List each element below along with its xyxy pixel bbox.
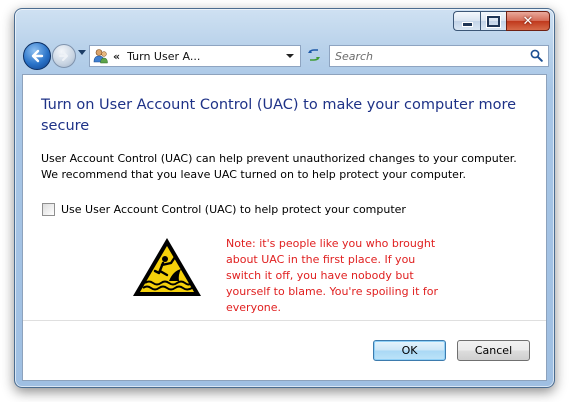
address-path-text: Turn User A... [127,49,201,63]
address-bar[interactable]: « Turn User A... [89,45,301,67]
uac-description: User Account Control (UAC) can help prev… [41,152,517,181]
forward-button[interactable] [52,44,76,68]
address-chevron[interactable]: « [113,50,120,63]
forward-arrow-icon [59,51,68,61]
uac-settings-window: ✕ « Turn User A... Search Turn on User A… [14,8,555,388]
page-title: Turn on User Account Control (UAC) to ma… [41,97,517,134]
search-box[interactable] [329,45,549,67]
address-dropdown-icon[interactable] [286,54,294,58]
recent-pages-dropdown[interactable] [78,50,86,55]
uac-checkbox[interactable] [42,203,55,216]
ok-button[interactable]: OK [373,340,446,361]
control-panel-users-icon [93,48,109,64]
back-button[interactable] [23,42,51,70]
caption-buttons: ✕ [453,11,550,31]
maximize-button[interactable] [480,11,506,31]
cancel-button[interactable]: Cancel [457,340,530,361]
footer-divider [23,320,546,321]
back-arrow-icon [31,49,44,63]
search-input[interactable] [335,49,515,63]
shark-warning-sign-icon [133,238,201,296]
refresh-icon [308,49,320,61]
minimize-button[interactable] [453,11,480,31]
navigation-bar: « Turn User A... [21,41,549,70]
uac-checkbox-row[interactable]: Use User Account Control (UAC) to help p… [41,203,406,216]
search-icon[interactable] [530,49,543,62]
close-icon: ✕ [522,13,534,29]
minimize-icon [461,21,473,27]
content-pane: Turn on User Account Control (UAC) to ma… [22,74,547,381]
warning-note: Note: it's people like you who brought a… [226,237,439,314]
uac-checkbox-label[interactable]: Use User Account Control (UAC) to help p… [61,203,406,216]
maximize-icon [487,15,500,27]
refresh-button[interactable] [304,46,324,64]
close-button[interactable]: ✕ [506,11,550,31]
